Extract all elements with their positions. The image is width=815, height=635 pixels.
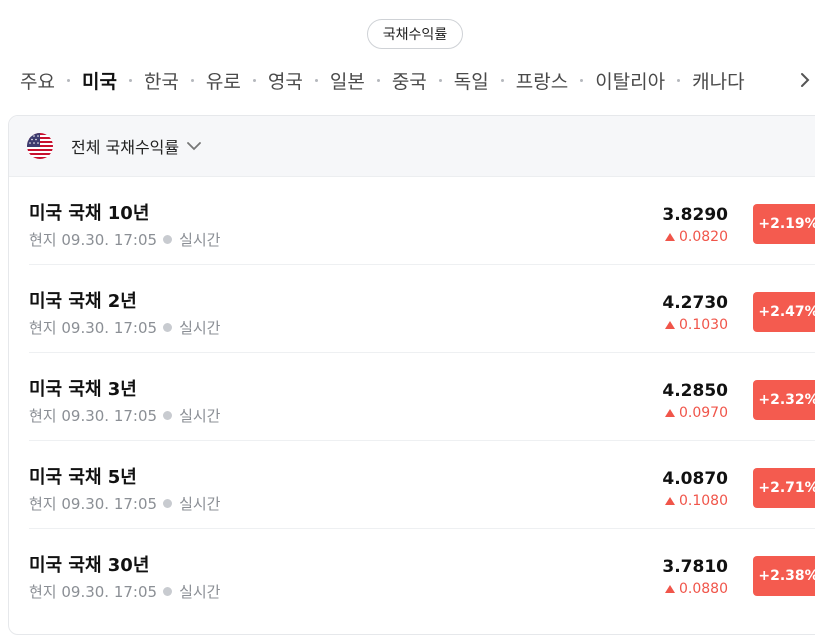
timestamp: 현지 09.30. 17:05 xyxy=(29,319,158,337)
list-item[interactable]: 미국 국채 30년 현지 09.30. 17:05 실시간 3.7810 0.0… xyxy=(29,529,815,616)
live-dot-icon xyxy=(163,587,173,596)
timestamp: 현지 09.30. 17:05 xyxy=(29,231,158,249)
live-dot-icon xyxy=(163,411,173,420)
bond-meta: 현지 09.30. 17:05 실시간 xyxy=(29,493,220,514)
bond-meta: 현지 09.30. 17:05 실시간 xyxy=(29,317,220,338)
live-dot-icon xyxy=(163,323,173,332)
percent-change-badge: +2.71% xyxy=(753,468,815,508)
arrow-up-icon xyxy=(665,497,675,505)
card-header: 전체 국채수익률 xyxy=(9,116,815,177)
yield-change: 0.0970 xyxy=(665,405,728,421)
tab-separator xyxy=(677,78,681,82)
list-item[interactable]: 미국 국채 10년 현지 09.30. 17:05 실시간 3.8290 0.0… xyxy=(29,177,815,265)
header: 국채수익률 xyxy=(0,19,815,49)
arrow-up-icon xyxy=(665,233,675,241)
yield-value: 3.7810 xyxy=(662,557,728,577)
timestamp: 현지 09.30. 17:05 xyxy=(29,583,158,601)
chevron-down-icon xyxy=(187,142,202,151)
bond-name: 미국 국채 5년 xyxy=(29,467,137,488)
bond-name: 미국 국채 3년 xyxy=(29,379,137,400)
percent-change-badge: +2.47% xyxy=(753,292,815,332)
chevron-right-icon[interactable] xyxy=(797,72,813,88)
tab-canada[interactable]: 캐나다 xyxy=(692,67,744,94)
bond-name: 미국 국채 30년 xyxy=(29,555,150,576)
arrow-up-icon xyxy=(665,321,675,329)
yield-change: 0.0880 xyxy=(665,581,728,597)
tab-china[interactable]: 중국 xyxy=(392,67,427,94)
yield-card: 전체 국채수익률 미국 국채 10년 현지 09.30. 17:05 실시간 3… xyxy=(8,115,815,635)
list-item[interactable]: 미국 국채 3년 현지 09.30. 17:05 실시간 4.2850 0.09… xyxy=(29,353,815,441)
change-value: 0.0820 xyxy=(679,229,728,245)
tab-separator xyxy=(376,78,380,82)
change-value: 0.0970 xyxy=(679,405,728,421)
live-dot-icon xyxy=(163,235,173,244)
yield-value: 4.2730 xyxy=(662,293,728,313)
tab-korea[interactable]: 한국 xyxy=(144,67,179,94)
tab-separator xyxy=(500,78,504,82)
timestamp: 현지 09.30. 17:05 xyxy=(29,407,158,425)
live-label: 실시간 xyxy=(179,583,221,601)
category-pill[interactable]: 국채수익률 xyxy=(366,19,464,49)
tab-separator xyxy=(438,78,442,82)
live-label: 실시간 xyxy=(179,407,221,425)
tab-separator xyxy=(66,78,70,82)
bond-name: 미국 국채 10년 xyxy=(29,203,150,224)
bond-meta: 현지 09.30. 17:05 실시간 xyxy=(29,581,220,602)
country-tabs: 주요 미국 한국 유로 영국 일본 중국 독일 프랑스 이탈리아 캐나다 xyxy=(20,64,815,96)
tab-separator xyxy=(190,78,194,82)
arrow-up-icon xyxy=(665,585,675,593)
percent-change-badge: +2.32% xyxy=(753,380,815,420)
bond-name: 미국 국채 2년 xyxy=(29,291,137,312)
us-flag-icon xyxy=(27,133,53,159)
filter-label: 전체 국채수익률 xyxy=(71,138,180,157)
timestamp: 현지 09.30. 17:05 xyxy=(29,495,158,513)
percent-change-badge: +2.19% xyxy=(753,204,815,244)
tab-italy[interactable]: 이탈리아 xyxy=(595,67,665,94)
tab-france[interactable]: 프랑스 xyxy=(516,67,568,94)
yield-value: 4.2850 xyxy=(662,381,728,401)
tab-major[interactable]: 주요 xyxy=(20,67,55,94)
yield-change: 0.0820 xyxy=(665,229,728,245)
yield-value: 4.0870 xyxy=(662,469,728,489)
tab-separator xyxy=(314,78,318,82)
tab-separator xyxy=(580,78,584,82)
tab-japan[interactable]: 일본 xyxy=(330,67,365,94)
yield-filter-dropdown[interactable]: 전체 국채수익률 xyxy=(71,134,202,158)
yield-value: 3.8290 xyxy=(662,205,728,225)
tab-euro[interactable]: 유로 xyxy=(206,67,241,94)
bond-meta: 현지 09.30. 17:05 실시간 xyxy=(29,405,220,426)
yield-change: 0.1030 xyxy=(665,317,728,333)
tab-separator xyxy=(128,78,132,82)
live-label: 실시간 xyxy=(179,495,221,513)
change-value: 0.1030 xyxy=(679,317,728,333)
live-label: 실시간 xyxy=(179,231,221,249)
live-label: 실시간 xyxy=(179,319,221,337)
yield-change: 0.1080 xyxy=(665,493,728,509)
change-value: 0.0880 xyxy=(679,581,728,597)
percent-change-badge: +2.38% xyxy=(753,556,815,596)
tab-germany[interactable]: 독일 xyxy=(454,67,489,94)
tab-uk[interactable]: 영국 xyxy=(268,67,303,94)
arrow-up-icon xyxy=(665,409,675,417)
tab-usa[interactable]: 미국 xyxy=(82,67,117,94)
change-value: 0.1080 xyxy=(679,493,728,509)
bond-meta: 현지 09.30. 17:05 실시간 xyxy=(29,229,220,250)
list-item[interactable]: 미국 국채 5년 현지 09.30. 17:05 실시간 4.0870 0.10… xyxy=(29,441,815,529)
list-item[interactable]: 미국 국채 2년 현지 09.30. 17:05 실시간 4.2730 0.10… xyxy=(29,265,815,353)
tab-separator xyxy=(252,78,256,82)
live-dot-icon xyxy=(163,499,173,508)
